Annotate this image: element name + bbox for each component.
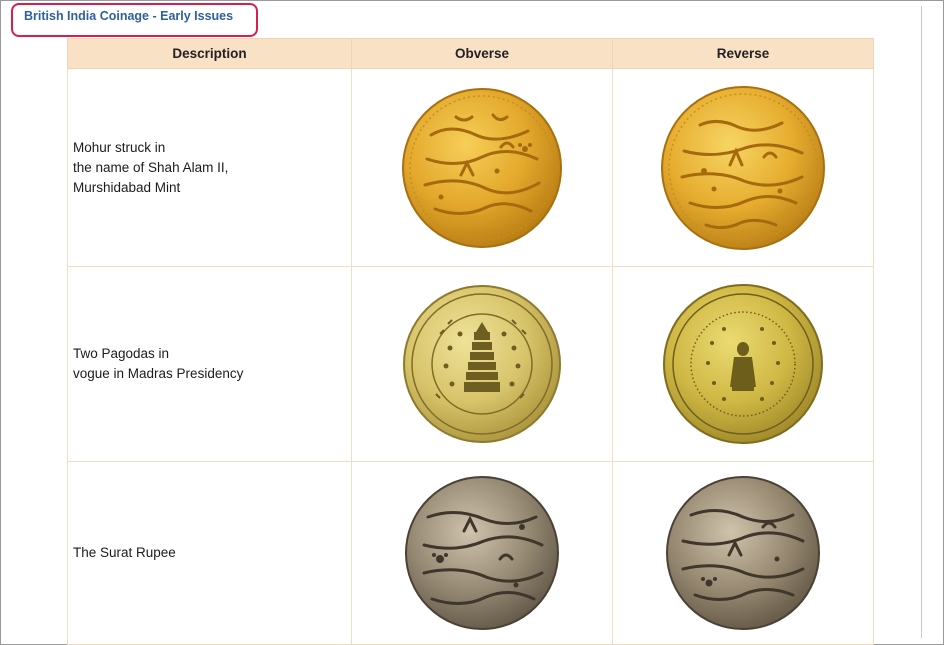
table-row: Two Pagodas in vogue in Madras Presidenc… xyxy=(67,266,874,462)
reverse-cell xyxy=(612,68,874,267)
surat-rupee-obverse-coin[interactable] xyxy=(404,475,560,631)
right-divider xyxy=(921,6,922,638)
gold-mohur-reverse-coin[interactable] xyxy=(660,85,826,251)
description-line: Mohur struck in xyxy=(73,139,166,155)
header-obverse: Obverse xyxy=(351,38,613,69)
description-cell: The Surat Rupee xyxy=(67,461,352,645)
two-pagodas-reverse-coin[interactable] xyxy=(662,283,824,445)
gold-mohur-obverse-coin[interactable] xyxy=(401,87,563,249)
two-pagodas-obverse-coin[interactable] xyxy=(402,284,562,444)
header-description: Description xyxy=(67,38,352,69)
obverse-cell xyxy=(351,68,613,267)
obverse-cell xyxy=(351,266,613,462)
table-header-row: Description Obverse Reverse xyxy=(67,38,874,69)
coinage-table: Description Obverse Reverse Mohur struck… xyxy=(67,38,874,645)
reverse-cell xyxy=(612,266,874,462)
description-line: the name of Shah Alam II, xyxy=(73,159,229,175)
table-row: The Surat Rupee xyxy=(67,461,874,645)
description-line: vogue in Madras Presidency xyxy=(73,366,244,381)
reverse-cell xyxy=(612,461,874,645)
obverse-cell xyxy=(351,461,613,645)
table-row: Mohur struck in the name of Shah Alam II… xyxy=(67,68,874,267)
description-line: The Surat Rupee xyxy=(73,545,176,560)
page-heading-link[interactable]: British India Coinage - Early Issues xyxy=(24,9,233,23)
description-line: Murshidabad Mint xyxy=(73,179,181,195)
header-reverse: Reverse xyxy=(612,38,874,69)
description-cell: Two Pagodas in vogue in Madras Presidenc… xyxy=(67,266,352,462)
description-cell: Mohur struck in the name of Shah Alam II… xyxy=(67,68,352,267)
surat-rupee-reverse-coin[interactable] xyxy=(665,475,821,631)
description-line: Two Pagodas in xyxy=(73,346,170,361)
